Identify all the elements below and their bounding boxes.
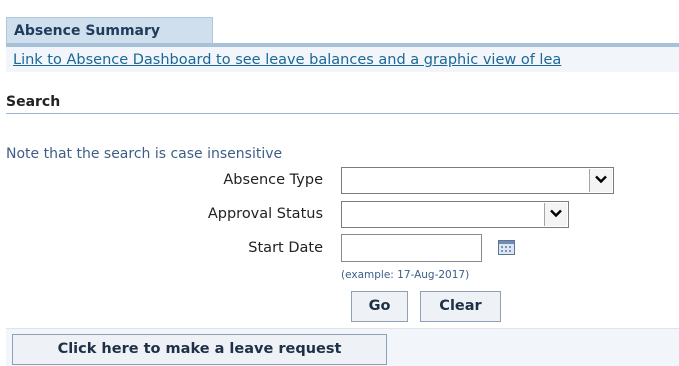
- date-format-hint: (example: 17-Aug-2017): [341, 269, 470, 281]
- clear-button[interactable]: Clear: [420, 291, 501, 322]
- tab-absence-summary[interactable]: Absence Summary: [6, 17, 213, 43]
- approval-status-select[interactable]: [341, 201, 569, 228]
- absence-type-dropdown-button[interactable]: [589, 169, 612, 192]
- tab-label: Absence Summary: [14, 23, 161, 39]
- search-divider: [6, 113, 679, 114]
- absence-type-label: Absence Type: [223, 172, 323, 188]
- absence-type-select[interactable]: [341, 167, 614, 194]
- approval-status-label: Approval Status: [207, 206, 323, 222]
- chevron-down-icon: [595, 175, 607, 184]
- absence-dashboard-link[interactable]: Link to Absence Dashboard to see leave b…: [13, 52, 561, 68]
- go-button[interactable]: Go: [351, 291, 408, 322]
- search-note: Note that the search is case insensitive: [6, 146, 283, 162]
- calendar-icon[interactable]: [498, 240, 515, 255]
- make-leave-request-button[interactable]: Click here to make a leave request: [12, 334, 387, 365]
- start-date-label: Start Date: [248, 240, 323, 256]
- approval-status-dropdown-button[interactable]: [544, 203, 567, 226]
- chevron-down-icon: [550, 209, 562, 218]
- start-date-input[interactable]: [341, 234, 482, 262]
- search-header: Search: [6, 94, 61, 110]
